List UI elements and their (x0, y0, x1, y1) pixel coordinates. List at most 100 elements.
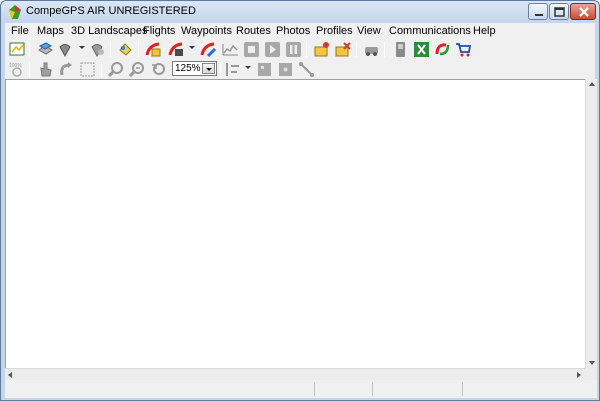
maximize-button[interactable] (549, 3, 569, 20)
status-pane-3 (373, 382, 463, 396)
menu-help[interactable]: Help (473, 25, 496, 37)
chevron-down-icon[interactable] (202, 63, 215, 74)
close-button[interactable] (570, 3, 596, 20)
menu-routes[interactable]: Routes (236, 25, 271, 37)
status-pane-2 (315, 382, 373, 396)
scroll-left-icon[interactable] (8, 372, 12, 378)
menu-profiles[interactable]: Profiles (316, 25, 353, 37)
flight-dropdown-arrow[interactable] (189, 46, 195, 49)
waypoint-pin-button[interactable] (57, 41, 74, 58)
main-toolbar (5, 39, 595, 60)
menu-maps[interactable]: Maps (37, 25, 64, 37)
waypoint-pin-icon (59, 44, 71, 58)
status-pane-main (5, 382, 315, 396)
menu-waypoints[interactable]: Waypoints (181, 25, 232, 37)
toolbar-separator (110, 42, 111, 57)
toolbar-separator (29, 62, 30, 77)
rotate-tool-icon (60, 62, 72, 76)
route-pin-icon (91, 44, 104, 58)
scroll-right-icon[interactable] (577, 372, 581, 378)
photo-link-button[interactable] (335, 41, 352, 58)
flight-edit-button[interactable] (200, 41, 217, 58)
minimize-icon (535, 14, 543, 16)
title-bar[interactable]: CompeGPS AIR UNREGISTERED (1, 1, 599, 23)
select-tool-icon (80, 62, 95, 77)
play-button[interactable] (264, 41, 281, 58)
shop-cart-button[interactable] (455, 41, 472, 58)
zoom-out-icon (129, 62, 144, 78)
map-pan-icon (119, 43, 132, 56)
phone-device-icon (396, 42, 405, 57)
scroll-up-icon[interactable] (589, 82, 595, 86)
vertical-scrollbar[interactable] (585, 79, 597, 368)
phone-device-button[interactable] (392, 41, 409, 58)
photo-link-icon (335, 42, 351, 57)
close-icon (579, 7, 589, 17)
pause-button[interactable] (285, 41, 302, 58)
excel-export-button[interactable] (413, 41, 430, 58)
flight-open-icon (145, 42, 161, 57)
photo-add-button[interactable] (314, 41, 331, 58)
horizontal-scrollbar[interactable] (5, 368, 585, 380)
menu-flights[interactable]: Flights (143, 25, 175, 37)
zoom-reset-icon (152, 63, 165, 75)
waypoint-dropdown-arrow[interactable] (79, 46, 85, 49)
center-tool-button[interactable] (277, 61, 294, 78)
shop-cart-icon (456, 43, 472, 57)
flight-open-button[interactable] (145, 41, 162, 58)
profile-graph-icon (222, 44, 238, 56)
stop-icon (244, 42, 259, 57)
status-bar (5, 380, 597, 398)
toolbar-separator (356, 42, 357, 57)
measure-tool-icon (299, 62, 314, 77)
toolbar-separator (29, 42, 30, 57)
open-track-icon (9, 42, 25, 56)
menu-photos[interactable]: Photos (276, 25, 310, 37)
hand-tool-icon (40, 62, 52, 77)
toolbar-separator (384, 42, 385, 57)
align-dropdown-arrow[interactable] (245, 66, 251, 69)
zoom-level-select[interactable]: 125% (172, 61, 217, 76)
status-pane-4 (463, 382, 597, 396)
menu-3d-landscapes[interactable]: 3D Landscapes (71, 25, 147, 37)
zoom-100-button[interactable]: 100% (9, 61, 26, 78)
grid-tool-icon (258, 63, 271, 76)
scroll-down-icon[interactable] (589, 361, 595, 365)
map-canvas[interactable] (5, 79, 585, 368)
minimize-button[interactable] (528, 3, 548, 20)
center-tool-icon (279, 63, 292, 76)
grid-tool-button[interactable] (256, 61, 273, 78)
select-tool-button[interactable] (79, 61, 96, 78)
zoom-out-button[interactable] (129, 61, 146, 78)
car-icon (365, 47, 378, 56)
map-layers-button[interactable] (37, 41, 54, 58)
car-button[interactable] (363, 41, 380, 58)
menu-view[interactable]: View (357, 25, 381, 37)
open-track-button[interactable] (9, 41, 26, 58)
flight-save-icon (168, 42, 183, 56)
flight-save-button[interactable] (168, 41, 185, 58)
menu-communications[interactable]: Communications (389, 25, 471, 37)
zoom-reset-button[interactable] (150, 61, 167, 78)
menu-file[interactable]: File (11, 25, 29, 37)
menu-bar: File Maps 3D Landscapes Flights Waypoint… (5, 23, 595, 39)
zoom-in-button[interactable] (108, 61, 125, 78)
hand-tool-button[interactable] (37, 61, 54, 78)
toolbar-separator (220, 62, 221, 77)
zoom-100-icon: 100% (9, 63, 22, 77)
rotate-tool-button[interactable] (58, 61, 75, 78)
sync-icon (435, 43, 450, 56)
sync-button[interactable] (434, 41, 451, 58)
align-tool-button[interactable] (224, 61, 241, 78)
stop-button[interactable] (243, 41, 260, 58)
toolbar-separator (138, 42, 139, 57)
secondary-toolbar: 100% 125% (5, 60, 595, 79)
play-icon (265, 42, 280, 57)
route-pin-button[interactable] (89, 41, 106, 58)
measure-tool-button[interactable] (298, 61, 315, 78)
toolbar-separator (101, 62, 102, 77)
profile-graph-button[interactable] (222, 41, 239, 58)
align-tool-icon (226, 63, 239, 76)
map-pan-button[interactable] (117, 41, 134, 58)
zoom-level-value: 125% (175, 63, 201, 74)
